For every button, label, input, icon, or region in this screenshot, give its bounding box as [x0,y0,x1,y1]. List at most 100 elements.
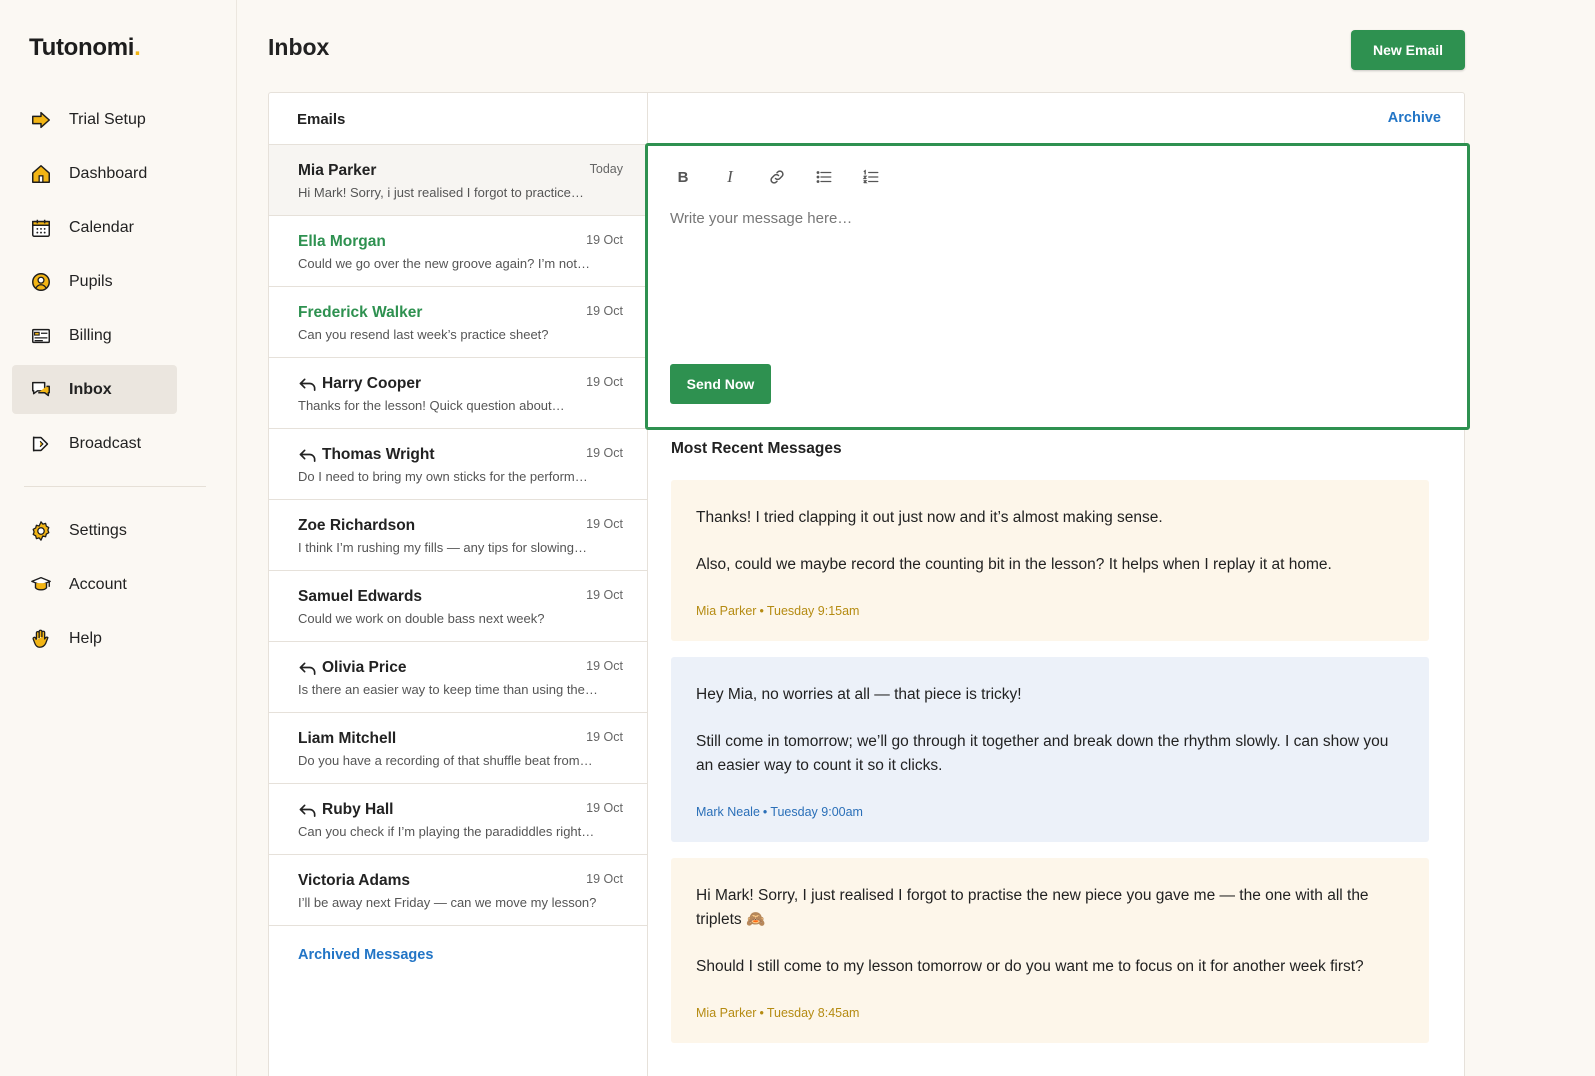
sidebar-item-pupils[interactable]: Pupils [12,257,177,306]
sidebar-item-settings[interactable]: Settings [12,506,177,555]
email-list-item[interactable]: Mia Parker Today Hi Mark! Sorry, i just re… [269,145,647,216]
email-date: 19 Oct [586,659,623,673]
link-icon[interactable] [764,164,790,190]
sidebar-item-label: Dashboard [69,164,148,182]
sidebar-item-account[interactable]: Account [12,560,177,609]
email-date: 19 Oct [586,375,623,389]
nav-divider [24,486,206,487]
archive-button[interactable]: Archive [1388,110,1441,126]
email-list-item[interactable]: Thomas Wright 19 Oct Do I need to bring my… [269,429,647,500]
email-date: 19 Oct [586,446,623,460]
archived-messages-link[interactable]: Archived Messages [269,926,647,963]
message-time: Tuesday 9:00am [770,805,863,819]
reply-icon [298,802,318,818]
brand-logo[interactable]: Tutonomi. [29,34,141,62]
email-date: 19 Oct [586,233,623,247]
email-sender-name: Thomas Wright [322,446,435,463]
sidebar-item-broadcast[interactable]: Broadcast [12,419,177,468]
reply-icon [298,447,318,463]
sidebar-item-label: Calendar [69,218,134,236]
email-sender: Ella Morgan [298,233,623,251]
sidebar-item-label: Help [69,629,102,647]
email-sender: Liam Mitchell [298,730,623,748]
email-list-item[interactable]: Zoe Richardson 19 Oct I think I’m rushing … [269,500,647,571]
new-email-button[interactable]: New Email [1351,30,1465,70]
sidebar-item-label: Account [69,575,127,593]
email-list-item[interactable]: Liam Mitchell 19 Oct Do you have a recordi… [269,713,647,784]
home-icon [29,162,53,186]
email-sender-name: Olivia Price [322,659,407,676]
sidebar-item-inbox[interactable]: Inbox [12,365,177,414]
message-meta: Mia Parker • Tuesday 9:15am [696,603,1405,619]
email-sender-name: Victoria Adams [298,872,410,889]
message-time: Tuesday 8:45am [766,1006,860,1020]
email-date: 19 Oct [586,872,623,886]
reply-icon [298,660,318,676]
brand-name: Tutonomi [29,34,135,61]
email-list-item[interactable]: Frederick Walker 19 Oct Can you resend las… [269,287,647,358]
billing-icon [29,324,53,348]
sidebar-item-calendar[interactable]: Calendar [12,203,177,252]
bold-icon[interactable]: B [670,164,696,190]
email-list-title: Emails [269,93,647,145]
message-paragraph: Still come in tomorrow; we’ll go through… [696,733,1389,774]
sidebar-item-label: Trial Setup [69,110,146,128]
bullet-list-icon[interactable] [811,164,837,190]
send-now-button[interactable]: Send Now [670,364,771,404]
brand-dot: . [134,34,141,61]
email-date: Today [589,162,623,176]
email-sender-name: Ella Morgan [298,233,386,250]
email-preview: Is there an easier way to keep time than… [298,682,598,697]
reply-icon [298,376,318,392]
chat-icon [29,378,53,402]
email-sender: Olivia Price [298,659,623,677]
italic-icon[interactable]: I [717,164,743,190]
sidebar-item-help[interactable]: Help [12,614,177,663]
email-list-item[interactable]: Victoria Adams 19 Oct I’ll be away next Fr… [269,855,647,926]
sidebar-item-billing[interactable]: Billing [12,311,177,360]
email-preview: Can you check if I’m playing the paradid… [298,824,595,839]
sidebar-item-trial-setup[interactable]: Trial Setup [12,95,177,144]
recent-messages-title: Most Recent Messages [671,440,842,457]
email-list-item[interactable]: Ruby Hall 19 Oct Can you check if I’m play… [269,784,647,855]
email-sender-name: Zoe Richardson [298,517,416,534]
formatting-toolbar: B I [670,164,905,190]
sidebar-item-dashboard[interactable]: Dashboard [12,149,177,198]
main-nav: Trial Setup Dashboard Calendar Pupils Bi… [12,95,206,668]
email-list-item[interactable]: Ella Morgan 19 Oct Could we go over the ne… [269,216,647,287]
email-list-panel: Emails Mia Parker Today Hi Mark! Sorry, i … [269,93,648,1076]
message-sender: Mia Parker [696,604,757,618]
meta-separator: • [759,1006,764,1020]
email-preview: Thanks for the lesson! Quick question ab… [298,398,565,413]
message-sender: Mia Parker [696,1006,757,1020]
email-list-item[interactable]: Harry Cooper 19 Oct Thanks for the lesson!… [269,358,647,429]
message-card: Hey Mia, no worries at all — that piece … [671,657,1429,842]
sidebar-item-label: Settings [69,521,127,539]
email-sender: Thomas Wright [298,446,623,464]
email-list: Mia Parker Today Hi Mark! Sorry, i just re… [269,145,647,926]
email-date: 19 Oct [586,517,623,531]
message-paragraph: Thanks! I tried clapping it out just now… [696,509,1163,526]
graduation-cap-icon [29,573,53,597]
sidebar-item-label: Pupils [69,272,113,290]
numbered-list-icon[interactable] [858,164,884,190]
message-meta: Mark Neale • Tuesday 9:00am [696,804,1405,820]
message-thread: Thanks! I tried clapping it out just now… [671,480,1429,1059]
email-date: 19 Oct [586,304,623,318]
email-sender-name: Samuel Edwards [298,588,423,605]
message-paragraph: Hey Mia, no worries at all — that piece … [696,686,1022,703]
meta-separator: • [762,805,768,819]
message-input[interactable] [670,210,1440,340]
message-meta: Mia Parker • Tuesday 8:45am [696,1005,1405,1021]
sidebar-item-label: Broadcast [69,434,142,452]
arrow-right-icon [29,108,53,132]
hand-wave-icon [29,627,53,651]
calendar-icon [29,216,53,240]
email-list-item[interactable]: Olivia Price 19 Oct Is there an easier way… [269,642,647,713]
email-sender: Mia Parker [298,162,623,180]
email-preview: Can you resend last week’s practice shee… [298,327,549,342]
message-paragraph: Should I still come to my lesson tomorro… [696,958,1364,975]
email-list-item[interactable]: Samuel Edwards 19 Oct Could we work on dou… [269,571,647,642]
email-sender: Victoria Adams [298,872,623,890]
email-sender: Zoe Richardson [298,517,623,535]
